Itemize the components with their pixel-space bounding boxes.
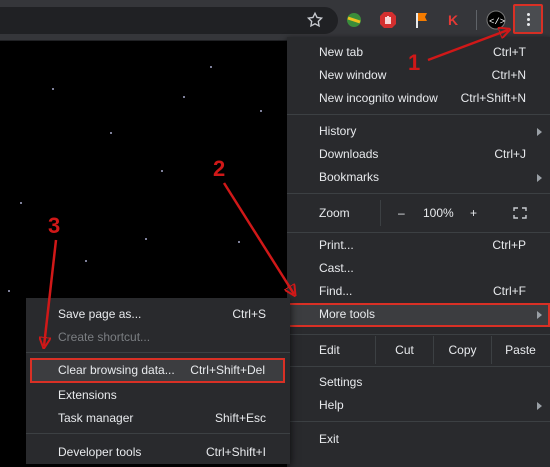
menu-item-label: New incognito window	[319, 91, 438, 105]
menu-item-more-tools[interactable]: More tools	[287, 303, 550, 327]
zoom-row: Zoom – 100% +	[287, 200, 550, 226]
submenu-item-task-manager[interactable]: Task manager Shift+Esc	[26, 407, 290, 430]
menu-item-label: Exit	[319, 432, 340, 446]
menu-item-shortcut: Ctrl+F	[493, 284, 526, 298]
chrome-main-menu: New tab Ctrl+T New window Ctrl+N New inc…	[287, 37, 550, 467]
chrome-menu-button[interactable]	[513, 4, 543, 34]
browser-toolbar: K </>	[0, 0, 550, 40]
submenu-item-create-shortcut: Create shortcut...	[26, 326, 290, 349]
menu-item-find[interactable]: Find... Ctrl+F	[287, 280, 550, 303]
menu-divider	[287, 232, 550, 233]
extension-adblock-icon[interactable]	[378, 10, 398, 30]
menu-divider	[287, 366, 550, 367]
annotation-number-2: 2	[213, 156, 226, 181]
menu-divider	[287, 114, 550, 115]
fullscreen-icon[interactable]	[513, 207, 527, 219]
extension-flag-icon[interactable]	[412, 10, 432, 30]
menu-item-shortcut: Ctrl+Shift+Del	[190, 363, 265, 377]
annotation-number-1: 1	[408, 50, 421, 75]
menu-item-label: Extensions	[58, 388, 117, 402]
bookmark-star-icon[interactable]	[306, 11, 324, 29]
menu-item-settings[interactable]: Settings	[287, 371, 550, 394]
menu-item-label: Save page as...	[58, 307, 142, 321]
more-tools-submenu: Save page as... Ctrl+S Create shortcut..…	[26, 298, 290, 464]
extension-k-icon[interactable]: K	[444, 10, 464, 30]
submenu-arrow-icon	[537, 174, 542, 182]
menu-item-label: Find...	[319, 284, 353, 298]
menu-divider	[287, 421, 550, 422]
menu-item-label: New tab	[319, 45, 364, 59]
submenu-item-clear-browsing-data[interactable]: Clear browsing data... Ctrl+Shift+Del	[30, 358, 285, 383]
menu-item-label: Settings	[319, 375, 363, 389]
menu-item-label: Bookmarks	[319, 170, 380, 184]
menu-item-downloads[interactable]: Downloads Ctrl+J	[287, 143, 550, 166]
menu-item-shortcut: Ctrl+T	[493, 45, 526, 59]
submenu-arrow-icon	[537, 402, 542, 410]
menu-item-history[interactable]: History	[287, 120, 550, 143]
menu-item-cast[interactable]: Cast...	[287, 257, 550, 280]
menu-item-shortcut: Ctrl+P	[492, 238, 526, 252]
zoom-out-button[interactable]: –	[398, 206, 405, 220]
menu-item-label: Downloads	[319, 147, 379, 161]
zoom-label: Zoom	[319, 206, 350, 220]
menu-item-label: Clear browsing data...	[58, 363, 175, 377]
menu-item-label: Task manager	[58, 411, 134, 425]
submenu-item-save-page[interactable]: Save page as... Ctrl+S	[26, 303, 290, 326]
menu-item-label: More tools	[319, 307, 376, 321]
extension-globe-icon[interactable]	[344, 10, 364, 30]
cut-button[interactable]: Cut	[375, 336, 433, 364]
menu-item-label: New window	[319, 68, 387, 82]
menu-item-new-incognito[interactable]: New incognito window Ctrl+Shift+N	[287, 87, 550, 110]
submenu-arrow-icon	[537, 311, 542, 319]
menu-item-shortcut: Ctrl+Shift+I	[205, 445, 266, 459]
menu-item-label: Cast...	[319, 261, 354, 275]
edit-label: Edit	[319, 343, 340, 357]
menu-item-shortcut: Ctrl+S	[232, 307, 266, 321]
menu-item-label: History	[319, 124, 357, 138]
paste-button[interactable]: Paste	[491, 336, 549, 364]
svg-text:K: K	[448, 12, 458, 28]
menu-item-exit[interactable]: Exit	[287, 428, 550, 451]
menu-divider	[287, 193, 550, 194]
annotation-arrow-2	[222, 182, 294, 294]
menu-item-label: Help	[319, 398, 344, 412]
menu-item-shortcut: Ctrl+N	[491, 68, 526, 82]
menu-item-shortcut: Ctrl+J	[494, 147, 526, 161]
submenu-arrow-icon	[537, 128, 542, 136]
menu-item-bookmarks[interactable]: Bookmarks	[287, 166, 550, 189]
submenu-item-extensions[interactable]: Extensions	[26, 384, 290, 407]
submenu-item-developer-tools[interactable]: Developer tools Ctrl+Shift+I	[26, 441, 290, 464]
menu-divider	[26, 352, 290, 353]
menu-item-label: Developer tools	[58, 445, 142, 459]
menu-item-label: Create shortcut...	[58, 330, 151, 344]
zoom-level: 100%	[423, 206, 454, 220]
copy-button[interactable]: Copy	[433, 336, 491, 364]
address-bar[interactable]	[0, 7, 338, 34]
toolbar-separator	[476, 10, 477, 30]
menu-item-print[interactable]: Print... Ctrl+P	[287, 234, 550, 257]
menu-item-shortcut: Shift+Esc	[214, 411, 266, 425]
menu-item-shortcut: Ctrl+Shift+N	[460, 91, 526, 105]
svg-text:</>: </>	[489, 17, 505, 27]
edit-row: Edit Cut Copy Paste	[287, 336, 550, 364]
menu-divider	[287, 334, 550, 335]
code-extension-icon[interactable]: </>	[486, 10, 506, 30]
zoom-in-button[interactable]: +	[470, 206, 477, 220]
chrome-menu-icon	[527, 13, 530, 16]
annotation-number-3: 3	[48, 213, 61, 238]
menu-item-label: Print...	[319, 238, 354, 252]
menu-item-help[interactable]: Help	[287, 394, 550, 417]
menu-divider	[26, 433, 290, 434]
